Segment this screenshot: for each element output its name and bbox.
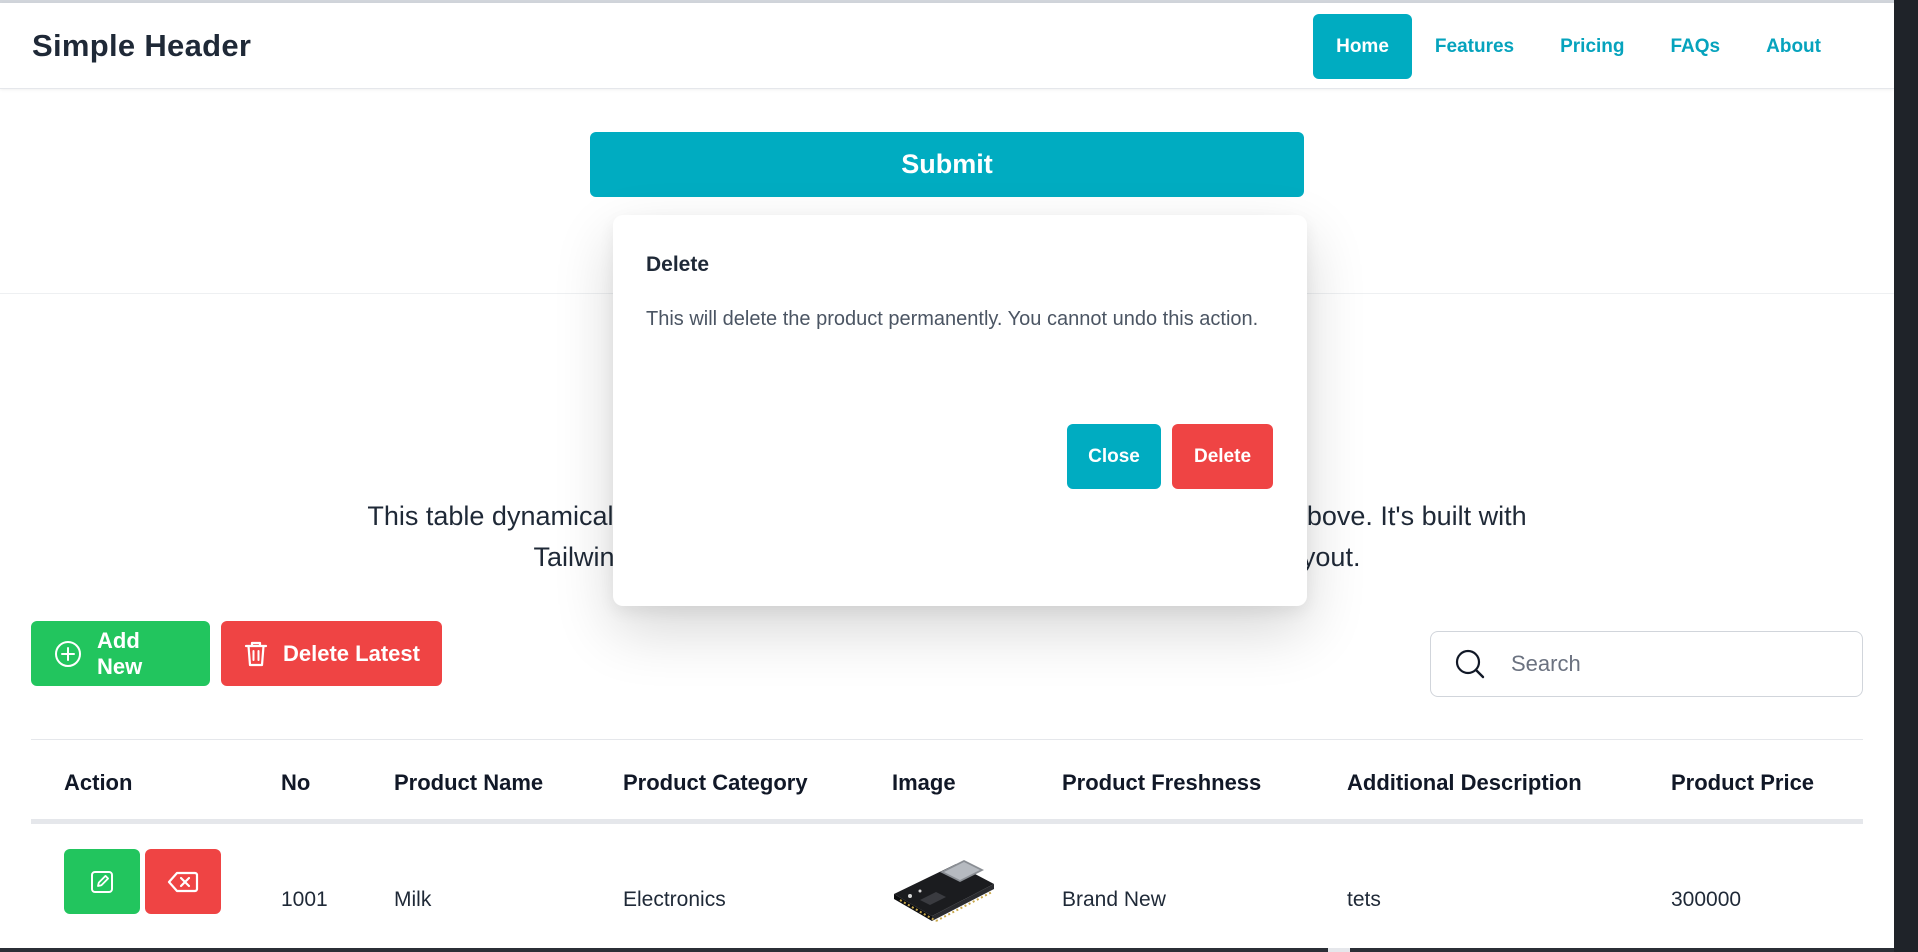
header-additional-description: Additional Description: [1347, 770, 1582, 795]
header-product-name: Product Name: [394, 770, 544, 795]
header-action: Action: [64, 770, 133, 795]
nav-pricing[interactable]: Pricing: [1537, 14, 1647, 79]
cell-product-category: Electronics: [623, 888, 726, 911]
nav-features[interactable]: Features: [1412, 14, 1537, 79]
nav-home[interactable]: Home: [1313, 14, 1412, 79]
cell-additional-description: tets: [1347, 888, 1381, 911]
table-header: Action No Product Name Product Category …: [31, 752, 1863, 824]
cell-product-name: Milk: [394, 888, 432, 911]
nav-faqs[interactable]: FAQs: [1648, 14, 1744, 79]
header-product-freshness: Product Freshness: [1062, 770, 1262, 795]
search-icon: [1453, 647, 1487, 681]
edit-row-button[interactable]: [64, 849, 140, 914]
product-image: [890, 848, 1000, 926]
window-bottom-edge: [0, 948, 1894, 952]
delete-latest-button[interactable]: Delete Latest: [221, 621, 442, 686]
search-input[interactable]: [1511, 651, 1841, 677]
modal-message: This will delete the product permanently…: [646, 308, 1259, 330]
delete-confirm-modal: Delete This will delete the product perm…: [613, 215, 1307, 606]
window-right-edge: [1894, 0, 1918, 952]
plus-circle-icon: [55, 640, 81, 667]
delete-row-button[interactable]: [145, 849, 221, 914]
site-header: Simple Header Home Features Pricing FAQs…: [0, 3, 1894, 89]
header-image: Image: [892, 770, 956, 795]
backspace-x-icon: [167, 871, 199, 892]
header-product-category: Product Category: [623, 770, 808, 795]
trash-icon: [244, 641, 268, 666]
main-nav: Home Features Pricing FAQs About: [1313, 14, 1844, 79]
table-top-border: [31, 739, 1863, 740]
cell-product-price: 300000: [1671, 888, 1742, 911]
header-no: No: [281, 770, 311, 795]
modal-title: Delete: [646, 253, 710, 276]
modal-close-button[interactable]: Close: [1067, 424, 1161, 489]
cell-product-freshness: Brand New: [1062, 888, 1166, 911]
modal-delete-button[interactable]: Delete: [1172, 424, 1273, 489]
nav-about[interactable]: About: [1743, 14, 1844, 79]
delete-latest-label: Delete Latest: [283, 640, 420, 666]
cell-no: 1001: [281, 888, 328, 911]
header-product-price: Product Price: [1671, 770, 1815, 795]
edit-icon: [91, 870, 113, 893]
search-box: [1430, 631, 1863, 697]
add-new-label: Add New: [97, 627, 143, 679]
submit-button[interactable]: Submit: [590, 132, 1304, 197]
brand-title: Simple Header: [32, 28, 252, 63]
add-new-button[interactable]: Add New: [31, 621, 210, 686]
